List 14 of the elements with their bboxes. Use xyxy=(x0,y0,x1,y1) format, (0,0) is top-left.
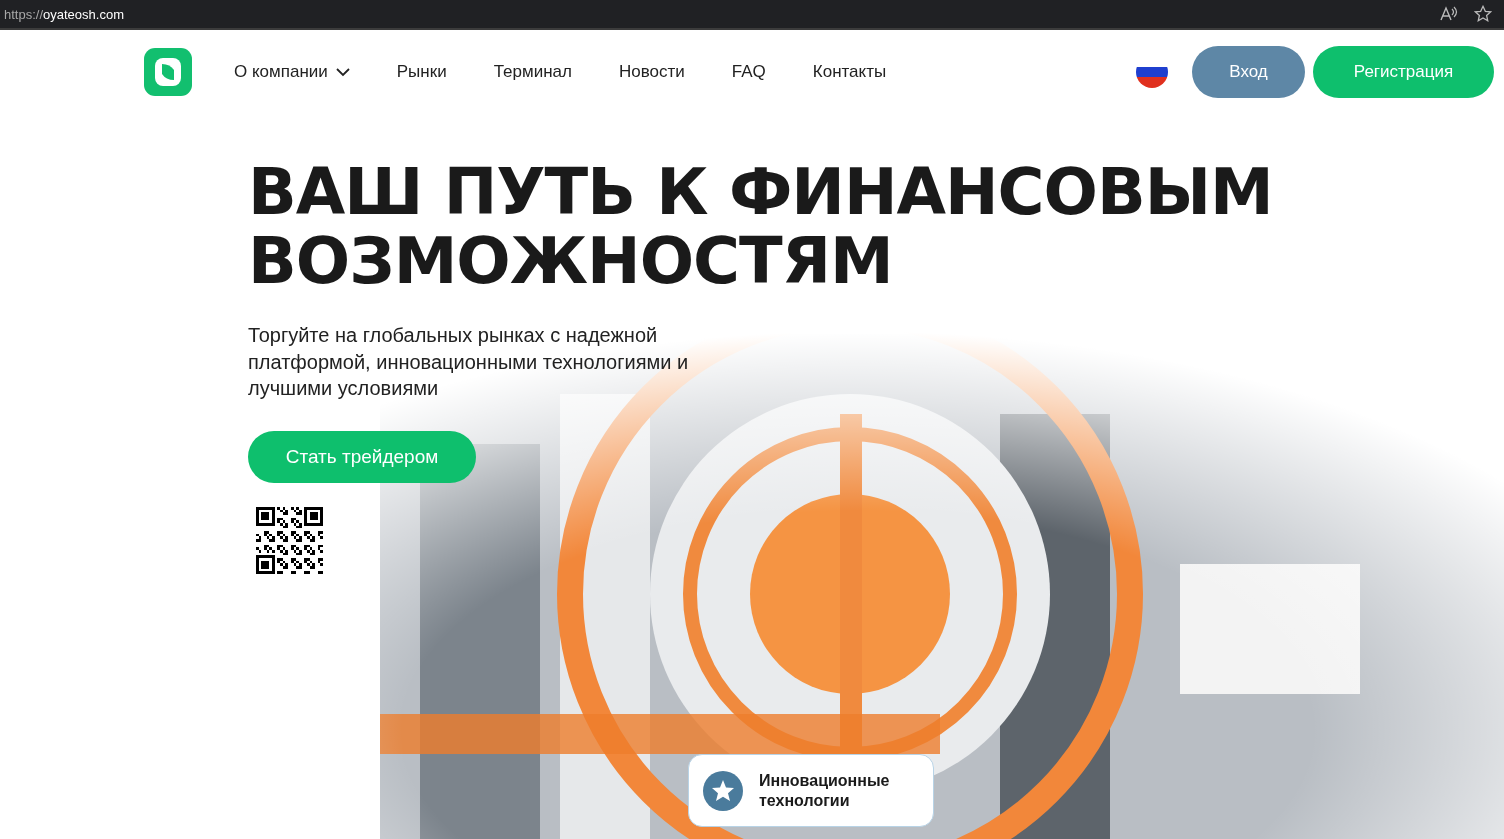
read-aloud-icon[interactable] xyxy=(1440,6,1458,22)
hero-title: ВАШ ПУТЬ К ФИНАНСОВЫМ ВОЗМОЖНОСТЯМ xyxy=(248,158,1274,297)
nav-link[interactable]: FAQ xyxy=(731,62,766,82)
login-button[interactable]: Вход xyxy=(1192,46,1305,98)
feature-label: Инновационные технологии xyxy=(759,771,891,810)
nav-link[interactable]: Терминал xyxy=(493,62,572,82)
nav-link[interactable]: О компании xyxy=(234,62,350,82)
hero-subtitle: Торгуйте на глобальных рынках с надежной платформой, инновационными технологиями и лучшими условиями xyxy=(248,323,690,401)
url-text[interactable]: https://oyateosh.com xyxy=(4,6,124,22)
nav-link[interactable]: Рынки xyxy=(396,62,447,82)
nav-link[interactable]: Новости xyxy=(618,62,685,82)
star-icon[interactable] xyxy=(1474,5,1492,23)
qr-code-icon xyxy=(256,507,323,575)
nav-link[interactable]: Контакты xyxy=(812,62,887,82)
